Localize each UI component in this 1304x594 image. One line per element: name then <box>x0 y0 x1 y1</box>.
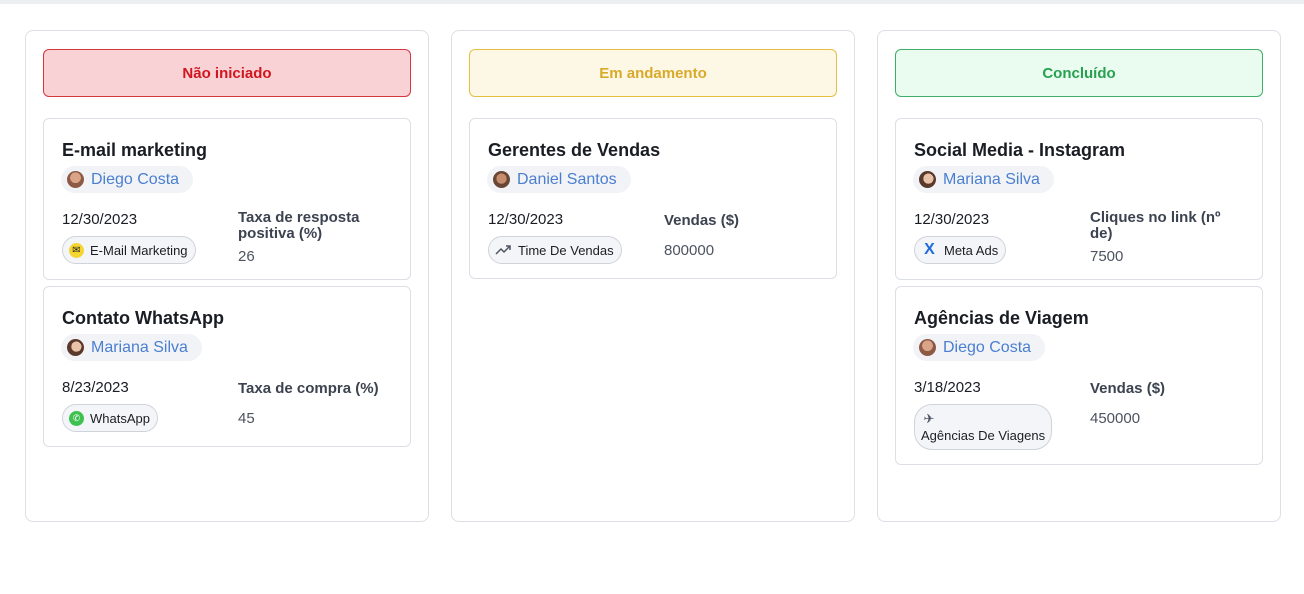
metric-value: 45 <box>238 410 255 427</box>
assignee-chip[interactable]: Diego Costa <box>913 334 1046 361</box>
assignee-name: Daniel Santos <box>517 170 617 188</box>
metric-value: 7500 <box>1090 248 1124 265</box>
assignee-chip[interactable]: Mariana Silva <box>61 334 202 361</box>
card-title: E-mail marketing <box>62 140 208 160</box>
due-date: 3/18/2023 <box>914 379 981 396</box>
assignee-chip[interactable]: Mariana Silva <box>913 166 1054 193</box>
task-card[interactable]: Agências de Viagem Diego Costa 3/18/2023… <box>895 286 1263 465</box>
trending-up-icon <box>495 245 511 255</box>
channel-tag-label: Agências De Viagens <box>921 427 1046 443</box>
card-list: E-mail marketing Diego Costa 12/30/2023 … <box>43 118 411 447</box>
channel-tag[interactable]: ✉ E-Mail Marketing <box>62 236 196 264</box>
task-card[interactable]: Gerentes de Vendas Daniel Santos 12/30/2… <box>469 118 837 279</box>
channel-tag[interactable]: Time De Vendas <box>488 236 622 264</box>
metric-label: Taxa de resposta positiva (%) <box>238 209 360 242</box>
channel-tag[interactable]: ✈ Agências De Viagens <box>914 404 1053 450</box>
channel-tag-label: Time De Vendas <box>518 242 614 258</box>
task-card[interactable]: Social Media - Instagram Mariana Silva 1… <box>895 118 1263 280</box>
due-date: 8/23/2023 <box>62 379 129 396</box>
due-date: 12/30/2023 <box>62 211 138 228</box>
airplane-icon: ✈ <box>923 410 935 426</box>
task-card[interactable]: E-mail marketing Diego Costa 12/30/2023 … <box>43 118 411 280</box>
avatar <box>67 171 84 188</box>
metric-value: 26 <box>238 248 255 265</box>
assignee-chip[interactable]: Diego Costa <box>61 166 194 193</box>
assignee-chip[interactable]: Daniel Santos <box>487 166 631 193</box>
card-title: Gerentes de Vendas <box>488 140 661 160</box>
card-title: Social Media - Instagram <box>914 140 1126 160</box>
card-title: Contato WhatsApp <box>62 308 224 328</box>
meta-icon: X <box>924 241 935 258</box>
channel-tag-label: WhatsApp <box>90 410 150 426</box>
card-list: Gerentes de Vendas Daniel Santos 12/30/2… <box>469 118 837 279</box>
card-list: Social Media - Instagram Mariana Silva 1… <box>895 118 1263 465</box>
channel-tag-label: E-Mail Marketing <box>90 242 188 258</box>
column-header-done[interactable]: Concluído <box>895 49 1263 97</box>
task-card[interactable]: Contato WhatsApp Mariana Silva 8/23/2023… <box>43 286 411 447</box>
metric-value: 800000 <box>664 242 715 259</box>
channel-tag[interactable]: ✆ WhatsApp <box>62 404 158 432</box>
avatar <box>67 339 84 356</box>
kanban-board: Não iniciado E-mail marketing Diego Cost… <box>25 30 1281 522</box>
metric-label: Vendas ($) <box>1090 380 1166 397</box>
metric-label: Vendas ($) <box>664 212 740 229</box>
avatar <box>919 339 936 356</box>
due-date: 12/30/2023 <box>914 211 990 228</box>
column-not-started: Não iniciado E-mail marketing Diego Cost… <box>25 30 429 522</box>
column-header-not-started[interactable]: Não iniciado <box>43 49 411 97</box>
column-header-in-progress[interactable]: Em andamento <box>469 49 837 97</box>
metric-label: Cliques no link (nº de) <box>1090 209 1221 242</box>
metric-label: Taxa de compra (%) <box>238 380 379 397</box>
avatar <box>919 171 936 188</box>
assignee-name: Mariana Silva <box>943 170 1040 188</box>
metric-value: 450000 <box>1090 410 1141 427</box>
due-date: 12/30/2023 <box>488 211 564 228</box>
channel-tag-label: Meta Ads <box>944 242 999 258</box>
assignee-name: Mariana Silva <box>91 338 188 356</box>
assignee-name: Diego Costa <box>91 170 180 188</box>
top-bar <box>0 0 1304 4</box>
column-done: Concluído Social Media - Instagram Maria… <box>877 30 1281 522</box>
whatsapp-icon: ✆ <box>69 410 84 426</box>
assignee-name: Diego Costa <box>943 338 1032 356</box>
channel-tag[interactable]: X Meta Ads <box>914 236 1007 264</box>
mailchimp-icon: ✉ <box>69 242 84 258</box>
column-in-progress: Em andamento Gerentes de Vendas Daniel S… <box>451 30 855 522</box>
card-title: Agências de Viagem <box>914 308 1089 328</box>
avatar <box>493 171 510 188</box>
